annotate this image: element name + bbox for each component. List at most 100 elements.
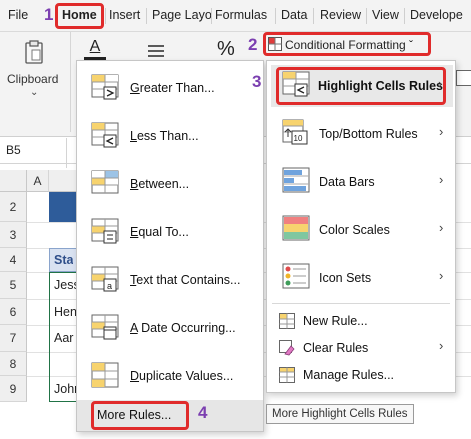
menu-separator <box>272 303 450 304</box>
row-header-4[interactable]: 4 <box>0 248 27 272</box>
percent-icon[interactable]: % <box>217 38 235 61</box>
menu-item-rest: reater Than... <box>139 81 215 95</box>
menu-item-label: Duplicate Values... <box>130 369 233 383</box>
menu-item-new-rule[interactable]: New Rule... <box>267 308 455 334</box>
top-bottom-icon: 10 <box>282 119 308 145</box>
tab-data[interactable]: Data <box>281 8 307 22</box>
menu-item-text-contains[interactable]: a Text that Contains... <box>77 260 263 300</box>
header-cell-text: Sta <box>54 253 74 267</box>
step-number-2: 2 <box>248 35 258 54</box>
menu-item-duplicate-values[interactable]: Duplicate Values... <box>77 356 263 396</box>
row-header-9[interactable]: 9 <box>0 376 27 402</box>
step-number-4: 4 <box>198 403 208 422</box>
row-header-6[interactable]: 6 <box>0 299 27 325</box>
row-header-2[interactable]: 2 <box>0 192 27 222</box>
chevron-right-icon: › <box>439 220 444 235</box>
group-divider <box>70 32 71 132</box>
tab-review[interactable]: Review <box>320 8 361 22</box>
menu-item-data-bars[interactable]: Data Bars › <box>267 161 455 203</box>
menu-item-label: Greater Than... <box>130 81 215 95</box>
step-number-3: 3 <box>252 72 262 91</box>
menu-item-between[interactable]: Between... <box>77 164 263 204</box>
conditional-formatting-icon <box>268 37 282 51</box>
accelerator-key: A <box>130 321 138 335</box>
highlight-box-more-rules <box>91 401 189 430</box>
tab-formulas[interactable]: Formulas <box>215 8 267 22</box>
new-rule-icon <box>279 313 295 329</box>
tab-page-layout[interactable]: Page Layo <box>152 8 212 22</box>
chevron-right-icon: › <box>439 338 444 353</box>
column-header-b[interactable] <box>49 170 79 192</box>
menu-item-rest: ess Than... <box>136 129 199 143</box>
name-cell-b6[interactable]: Hen <box>54 305 78 319</box>
menu-item-manage-rules[interactable]: Manage Rules... <box>267 362 455 388</box>
name-cell-b5[interactable]: Jess <box>54 278 78 292</box>
color-scales-label: Color Scales <box>319 223 390 237</box>
manage-rules-icon <box>279 367 295 383</box>
menu-item-label: A Date Occurring... <box>130 321 236 335</box>
menu-item-equal-to[interactable]: Equal To... <box>77 212 263 252</box>
alignment-icon[interactable] <box>146 42 166 62</box>
data-bars-label: Data Bars <box>319 175 375 189</box>
date-occurring-icon <box>91 314 119 340</box>
select-all-corner[interactable] <box>0 170 27 192</box>
manage-rules-label: Manage Rules... <box>303 368 395 382</box>
svg-text:10: 10 <box>294 134 303 143</box>
highlight-box-home <box>55 3 104 29</box>
tab-developer[interactable]: Develope <box>410 8 463 22</box>
tab-separator <box>404 8 405 24</box>
menu-item-label: Text that Contains... <box>130 273 240 287</box>
menu-item-less-than[interactable]: Less Than... <box>77 116 263 156</box>
menu-item-greater-than[interactable]: Greater Than... <box>77 68 263 108</box>
menu-item-clear-rules[interactable]: Clear Rules › <box>267 335 455 361</box>
color-scales-icon <box>282 215 310 241</box>
tab-separator <box>211 8 212 24</box>
between-icon <box>91 170 119 194</box>
clipboard-group-label: Clipboard <box>7 72 59 86</box>
chevron-right-icon: › <box>439 172 444 187</box>
tab-separator <box>275 8 276 24</box>
chevron-right-icon: › <box>439 124 444 139</box>
accelerator-key: G <box>130 81 140 95</box>
svg-text:a: a <box>107 281 112 291</box>
name-box[interactable]: B5 <box>0 138 67 168</box>
eraser-icon <box>279 340 295 356</box>
menu-item-top-bottom-rules[interactable]: 10 Top/Bottom Rules › <box>267 113 455 155</box>
tab-insert[interactable]: Insert <box>109 8 140 22</box>
row-header-3[interactable]: 3 <box>0 222 27 248</box>
new-rule-label: New Rule... <box>303 314 368 328</box>
tab-separator <box>313 8 314 24</box>
ribbon-tab-bar: File 1 Home Insert Page Layo Formulas Da… <box>0 0 471 32</box>
menu-item-rest: Date Occurring... <box>137 321 236 335</box>
title-banner-cell[interactable] <box>49 192 79 222</box>
table-header-cell[interactable]: Sta <box>49 248 79 272</box>
row-header-8[interactable]: 8 <box>0 352 27 376</box>
chevron-right-icon: › <box>439 268 444 283</box>
tab-separator <box>146 8 147 24</box>
text-contains-icon: a <box>91 266 119 292</box>
paste-icon[interactable] <box>24 40 44 64</box>
accelerator-key: D <box>130 369 140 383</box>
icon-sets-icon <box>282 263 310 289</box>
accelerator-key: L <box>130 129 137 143</box>
top-bottom-rules-label: Top/Bottom Rules <box>319 127 418 141</box>
tab-view[interactable]: View <box>372 8 399 22</box>
menu-item-date-occurring[interactable]: A Date Occurring... <box>77 308 263 348</box>
row-header-7[interactable]: 7 <box>0 325 27 352</box>
font-icon-letter: A <box>89 38 101 55</box>
tab-file[interactable]: File <box>8 8 28 22</box>
name-cell-b9[interactable]: John <box>54 382 78 396</box>
data-bars-icon <box>282 167 310 193</box>
cells-icon[interactable] <box>456 70 471 86</box>
conditional-formatting-button[interactable]: Conditional Formatting ˇ <box>285 38 413 52</box>
row-header-5[interactable]: 5 <box>0 272 27 299</box>
name-cell-b7[interactable]: Aar <box>54 331 78 345</box>
tab-separator <box>105 8 106 24</box>
less-than-icon <box>91 122 119 148</box>
equal-to-icon <box>91 218 119 244</box>
chevron-down-icon[interactable]: ⌄ <box>30 87 38 98</box>
column-header-a[interactable]: A <box>27 170 49 192</box>
menu-item-rest: uplicate Values... <box>139 369 234 383</box>
menu-item-color-scales[interactable]: Color Scales › <box>267 209 455 251</box>
menu-item-icon-sets[interactable]: Icon Sets › <box>267 257 455 299</box>
